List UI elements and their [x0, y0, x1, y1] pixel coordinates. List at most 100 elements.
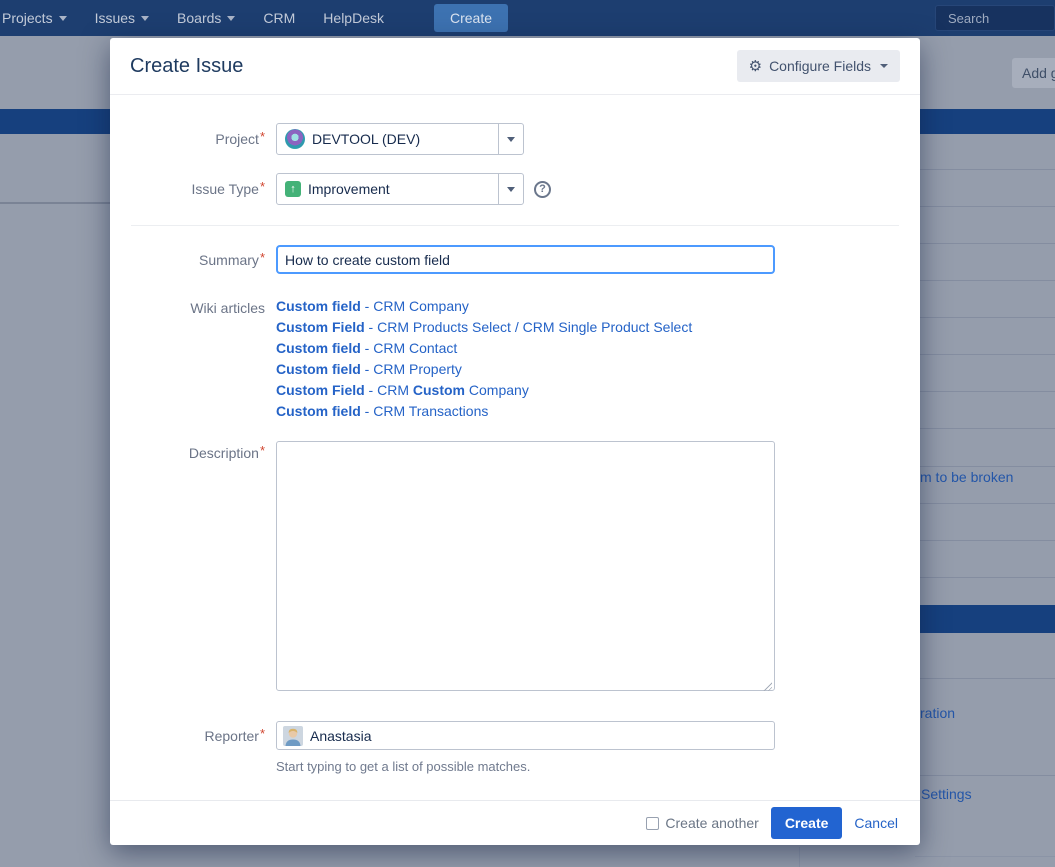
nav-item-helpdesk[interactable]: HelpDesk — [323, 10, 384, 26]
issue-type-select[interactable]: ↑ Improvement — [276, 173, 524, 205]
nav-item-label: Boards — [177, 10, 221, 26]
nav-item-label: Projects — [2, 10, 53, 26]
wiki-articles-label: Wiki articles — [131, 296, 276, 422]
wiki-article-link[interactable]: Custom field - CRM Transactions — [276, 403, 488, 419]
background-link[interactable]: m to be broken — [920, 469, 1013, 485]
table-row-divider — [920, 317, 1055, 318]
issue-type-select-content: ↑ Improvement — [277, 181, 498, 197]
description-label: Description* — [131, 441, 276, 696]
project-avatar — [285, 129, 305, 149]
description-textarea[interactable] — [276, 441, 775, 691]
wiki-article-line: Custom field - CRM Contact — [276, 338, 692, 359]
nav-item-label: CRM — [263, 10, 295, 26]
issue-type-select-value: Improvement — [308, 181, 390, 197]
dialog-header: Create Issue ⚙ Configure Fields — [110, 38, 920, 95]
project-label: Project* — [131, 131, 276, 147]
reporter-input-box — [276, 721, 775, 750]
search-input[interactable] — [935, 5, 1055, 31]
background-link[interactable]: Settings — [921, 786, 972, 802]
wiki-article-link[interactable]: Custom field - CRM Property — [276, 361, 462, 377]
create-another-label: Create another — [665, 815, 758, 831]
background-link[interactable]: ration — [920, 705, 955, 721]
wiki-articles-list: Custom field - CRM Company Custom Field -… — [276, 296, 692, 422]
table-row-divider — [920, 169, 1055, 170]
wiki-article-link[interactable]: Custom field - CRM Company — [276, 298, 469, 314]
table-row-divider — [920, 354, 1055, 355]
chevron-down-icon — [59, 16, 67, 21]
required-indicator: * — [260, 443, 265, 458]
gear-icon: ⚙ — [749, 59, 762, 74]
summary-input[interactable] — [276, 245, 775, 274]
description-field-row: Description* — [131, 441, 899, 696]
wiki-article-line: Custom field - CRM Transactions — [276, 401, 692, 422]
issue-type-field-row: Issue Type* ↑ Improvement ? — [131, 173, 899, 205]
wiki-article-link[interactable]: Custom Field - CRM Products Select / CRM… — [276, 319, 692, 335]
reporter-hint: Start typing to get a list of possible m… — [276, 759, 775, 774]
table-row-divider — [920, 428, 1055, 429]
required-indicator: * — [260, 129, 265, 144]
wiki-article-line: Custom Field - CRM Products Select / CRM… — [276, 317, 692, 338]
user-avatar — [283, 726, 303, 746]
cancel-link[interactable]: Cancel — [854, 815, 898, 831]
issue-type-label: Issue Type* — [131, 181, 276, 197]
table-row-divider — [920, 678, 1055, 679]
background-section-banner — [920, 605, 1055, 633]
dialog-body: Project* DEVTOOL (DEV) Issue Type* ↑ — [110, 123, 920, 774]
description-area — [276, 441, 775, 696]
table-row-divider — [920, 391, 1055, 392]
table-row-divider — [920, 577, 1055, 578]
chevron-down-icon — [141, 16, 149, 21]
required-indicator: * — [260, 179, 265, 194]
project-select-dropdown-button[interactable] — [498, 124, 523, 154]
wiki-article-line: Custom Field - CRM Custom Company — [276, 380, 692, 401]
help-icon[interactable]: ? — [534, 181, 551, 198]
background-divider — [799, 847, 800, 867]
background-panel-edge — [0, 202, 110, 204]
add-gadget-button[interactable]: Add g — [1012, 58, 1055, 88]
table-row-divider — [920, 206, 1055, 207]
nav-item-issues[interactable]: Issues — [95, 10, 149, 26]
project-select[interactable]: DEVTOOL (DEV) — [276, 123, 524, 155]
table-row-divider — [920, 280, 1055, 281]
nav-create-button[interactable]: Create — [434, 4, 508, 32]
summary-field-row: Summary* — [131, 245, 899, 274]
table-row-divider — [920, 503, 1055, 504]
wiki-article-link[interactable]: Custom Field - CRM Custom Company — [276, 382, 529, 398]
nav-item-boards[interactable]: Boards — [177, 10, 235, 26]
table-row-divider — [920, 243, 1055, 244]
table-row-divider — [920, 775, 1055, 776]
table-row-divider — [920, 540, 1055, 541]
section-divider — [131, 225, 899, 226]
project-select-content: DEVTOOL (DEV) — [277, 129, 498, 149]
wiki-articles-row: Wiki articles Custom field - CRM Company… — [131, 296, 899, 422]
create-another-checkbox[interactable] — [646, 817, 659, 830]
reporter-label: Reporter* — [131, 721, 276, 774]
table-row-divider — [920, 466, 1055, 467]
chevron-down-icon — [507, 187, 515, 192]
improvement-arrow-up-icon: ↑ — [285, 181, 301, 197]
chevron-down-icon — [880, 64, 888, 68]
project-select-value: DEVTOOL (DEV) — [312, 131, 420, 147]
chevron-down-icon — [227, 16, 235, 21]
reporter-input[interactable] — [310, 728, 768, 744]
create-issue-dialog: Create Issue ⚙ Configure Fields Project*… — [110, 38, 920, 845]
nav-item-crm[interactable]: CRM — [263, 10, 295, 26]
create-button[interactable]: Create — [771, 807, 843, 839]
nav-item-label: HelpDesk — [323, 10, 384, 26]
nav-item-label: Issues — [95, 10, 135, 26]
top-navigation-bar: Projects Issues Boards CRM HelpDesk Create — [0, 0, 1055, 36]
dialog-title: Create Issue — [130, 55, 243, 78]
dialog-footer: Create another Create Cancel — [110, 800, 920, 845]
wiki-article-link[interactable]: Custom field - CRM Contact — [276, 340, 457, 356]
project-field-row: Project* DEVTOOL (DEV) — [131, 123, 899, 155]
nav-item-projects[interactable]: Projects — [2, 10, 67, 26]
configure-fields-button[interactable]: ⚙ Configure Fields — [737, 50, 900, 82]
issue-type-select-dropdown-button[interactable] — [498, 174, 523, 204]
required-indicator: * — [260, 726, 265, 741]
chevron-down-icon — [507, 137, 515, 142]
summary-label: Summary* — [131, 252, 276, 268]
required-indicator: * — [260, 250, 265, 265]
add-gadget-label: Add g — [1022, 65, 1055, 81]
wiki-article-line: Custom field - CRM Property — [276, 359, 692, 380]
wiki-article-line: Custom field - CRM Company — [276, 296, 692, 317]
